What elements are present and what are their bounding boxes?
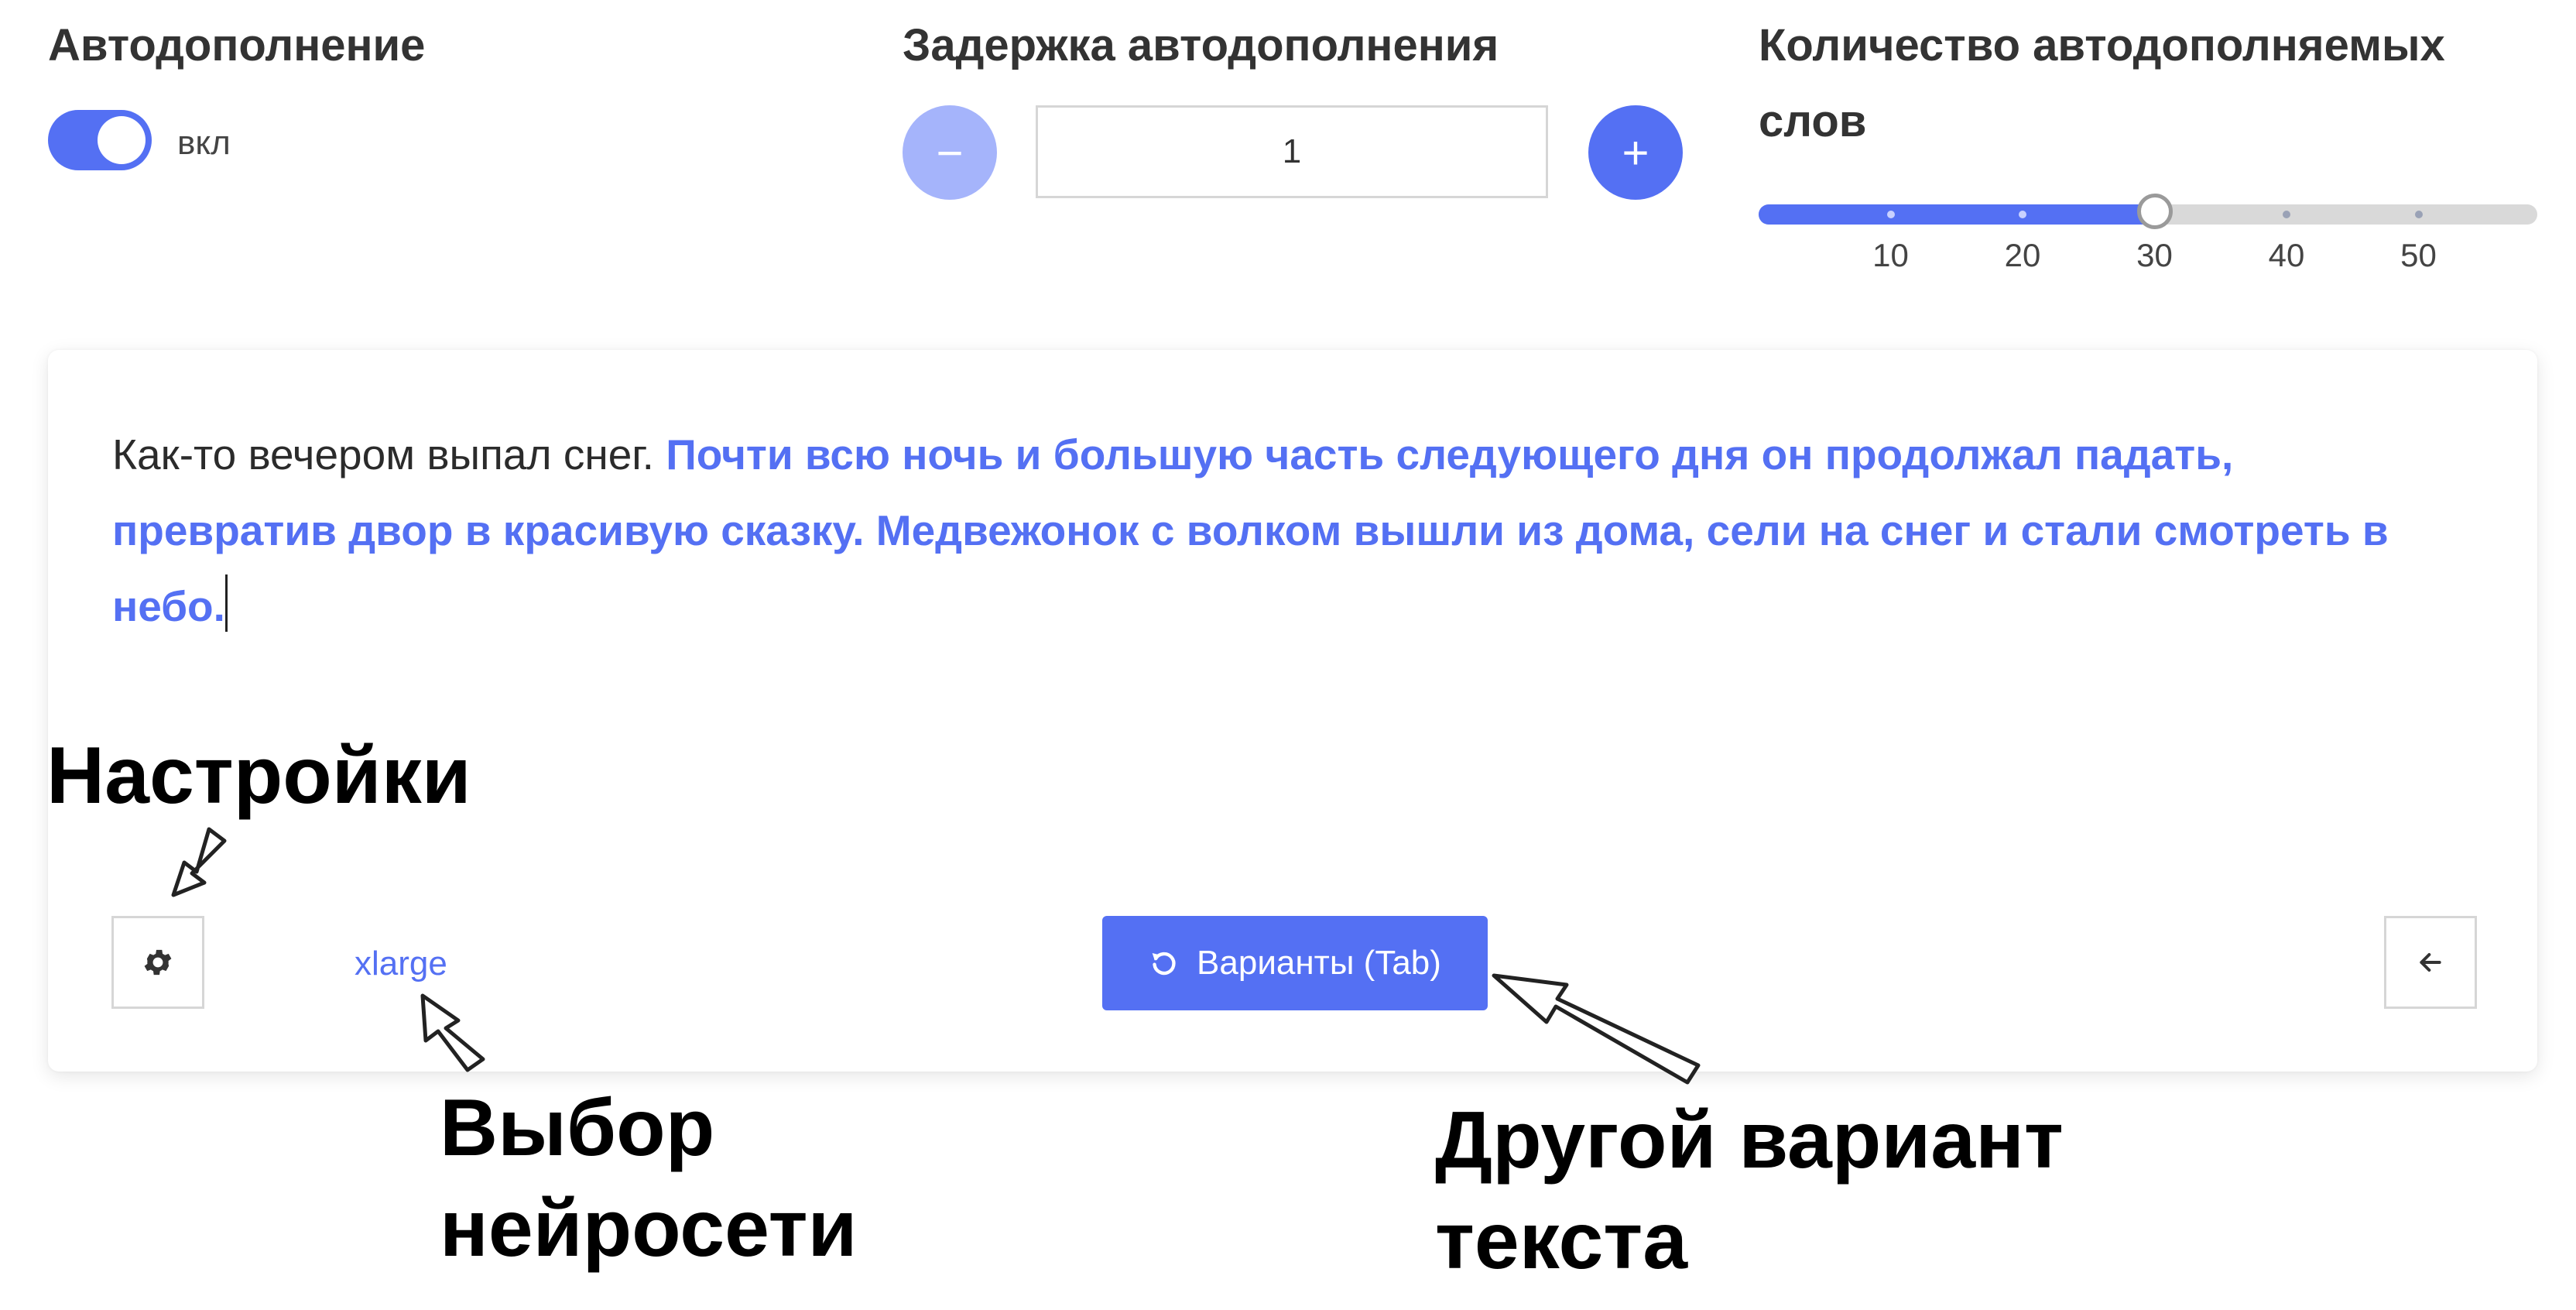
annotation-settings: Настройки (46, 731, 471, 821)
slider-mark-label: 40 (2268, 237, 2305, 273)
increase-delay-button[interactable]: + (1588, 105, 1683, 200)
word-count-slider[interactable] (1759, 194, 2537, 229)
refresh-icon (1152, 952, 1176, 976)
word-count-title-line1: Количество автодополняемых (1759, 20, 2445, 70)
variants-button[interactable]: Варианты (Tab) (1102, 916, 1488, 1010)
slider-track (1759, 204, 2155, 225)
delay-input[interactable]: 1 (1036, 105, 1548, 198)
settings-button[interactable] (111, 916, 204, 1009)
decrease-delay-button[interactable]: − (903, 105, 997, 200)
model-selector-link[interactable]: xlarge (355, 945, 447, 983)
back-button[interactable] (2384, 916, 2477, 1009)
word-count-title-line2: слов (1759, 96, 1867, 146)
toggle-knob (98, 116, 146, 164)
slider-mark-label: 30 (2136, 237, 2173, 273)
delay-value: 1 (1282, 132, 1302, 170)
annotation-model-line1: Выбор (440, 1083, 715, 1173)
annotation-variant-line1: Другой вариант (1435, 1096, 2064, 1185)
slider-mark-label: 50 (2400, 237, 2437, 273)
annotation-model: Выбор нейросети (440, 1078, 857, 1279)
plus-icon: + (1622, 126, 1649, 179)
word-count-title: Количество автодополняемых слов (1759, 8, 2445, 159)
autocomplete-app: Автодополнение вкл Задержка автодополнен… (0, 0, 2576, 1310)
annotation-variant: Другой вариант текста (1435, 1090, 2064, 1291)
minus-icon: − (936, 126, 964, 179)
slider-mark-label: 10 (1872, 237, 1909, 273)
slider-handle[interactable] (2136, 194, 2173, 229)
text-editor[interactable]: Как-то вечером выпал снег. Почти всю ноч… (112, 417, 2465, 644)
slider-step-dot (2283, 211, 2291, 218)
autocomplete-toggle[interactable] (48, 110, 152, 170)
typed-text: Как-то вечером выпал снег. (112, 430, 666, 478)
arrow-left-icon (2420, 953, 2441, 972)
delay-title: Задержка автодополнения (903, 20, 1499, 70)
slider-mark-label: 20 (2004, 237, 2041, 273)
slider-step-dot (2019, 211, 2027, 218)
annotation-variant-line2: текста (1435, 1196, 1688, 1286)
variants-label: Варианты (Tab) (1197, 944, 1441, 982)
text-caret (224, 574, 228, 632)
autocomplete-title: Автодополнение (48, 20, 426, 70)
slider-step-dot (1886, 211, 1895, 218)
slider-step-dot (2414, 211, 2423, 218)
toggle-label: вкл (177, 124, 231, 162)
gear-icon (144, 949, 172, 976)
annotation-model-line2: нейросети (440, 1184, 858, 1274)
